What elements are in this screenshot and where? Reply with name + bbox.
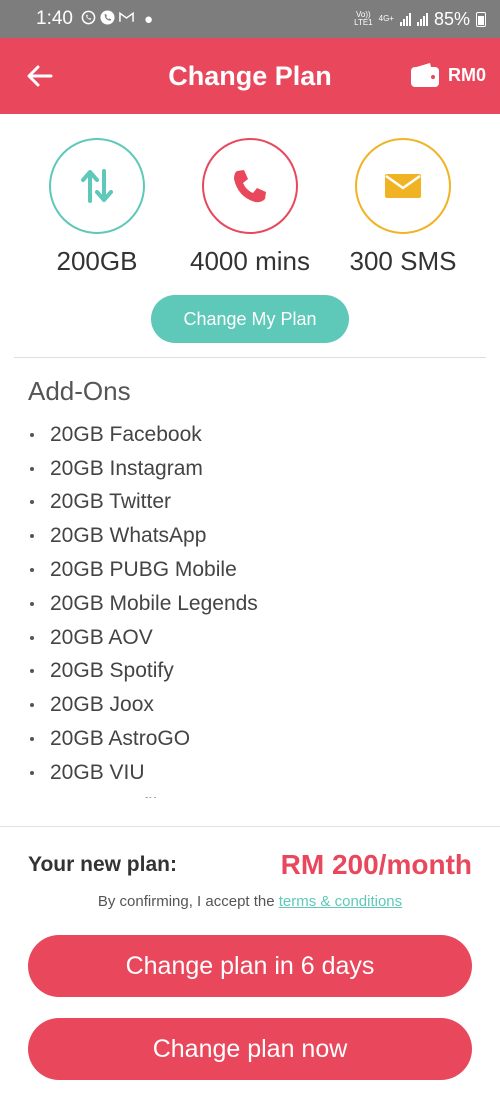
sms-circle (355, 138, 451, 234)
phone-icon (234, 170, 266, 203)
addon-label: 20GB Facebook (50, 422, 202, 446)
addon-label: 20GB Joox (50, 693, 154, 717)
bullet-icon (30, 432, 34, 437)
terms-link[interactable]: terms & conditions (279, 893, 402, 910)
calls-circle (202, 138, 298, 234)
addon-label: 20GB Instagram (50, 456, 203, 480)
bullet-icon (30, 568, 34, 573)
bullet-icon (30, 635, 34, 640)
stat-sms: 300 SMS (318, 138, 488, 277)
dot-icon: ● (143, 10, 154, 28)
status-bar: 1:40 ● Vo)) LTE1 4G+ 85% (0, 0, 500, 38)
addon-label: 20GB PUBG Mobile (50, 558, 237, 582)
stat-calls: 4000 mins (165, 138, 335, 277)
new-plan-price: RM 200/month (280, 849, 472, 880)
change-my-plan-button[interactable]: Change My Plan (151, 295, 349, 343)
sms-allowance: 300 SMS (349, 246, 457, 276)
terms-text: By confirming, I accept the terms & cond… (0, 893, 500, 910)
change-plan-now-button[interactable]: Change plan now (28, 1018, 472, 1080)
phone-call-icon (100, 10, 115, 28)
mail-icon (119, 11, 134, 27)
wallet-balance[interactable]: RM0 (410, 62, 486, 88)
addon-item: 20GB AOV (30, 621, 258, 655)
battery-percent: 85% (433, 8, 470, 29)
wallet-icon (410, 63, 439, 87)
bullet-icon (30, 466, 34, 471)
lte-label: LTE1 (354, 18, 373, 27)
envelope-icon (385, 174, 421, 198)
bullet-icon (30, 737, 34, 742)
bullet-icon (30, 669, 34, 674)
addon-item: 20GB Mobile Legends (30, 587, 258, 621)
calls-allowance: 4000 mins (190, 246, 310, 276)
addon-item: 20GB WhatsApp (30, 519, 258, 553)
addon-item: 20GB Joox (30, 688, 258, 722)
change-plan-later-button[interactable]: Change plan in 6 days (28, 935, 472, 997)
bullet-icon (30, 534, 34, 539)
status-time: 1:40 (36, 8, 73, 29)
addon-item: 20GB Facebook (30, 418, 258, 452)
stat-data: 200GB (12, 138, 182, 277)
status-right: Vo)) LTE1 4G+ 85% (354, 9, 486, 30)
addon-label: 20GB VIU (50, 760, 145, 784)
app-bar: Change Plan RM0 (0, 38, 500, 114)
addon-label: 20GB Netflix (50, 795, 168, 798)
addons-title: Add-Ons (28, 376, 131, 406)
addon-item: 20GB PUBG Mobile (30, 553, 258, 587)
data-arrows-icon (81, 169, 113, 203)
bullet-icon (30, 500, 34, 505)
terms-prefix: By confirming, I accept the (97, 893, 279, 910)
new-plan-label: Your new plan: (28, 853, 177, 876)
addon-label: 20GB Spotify (50, 659, 174, 683)
addon-label: 20GB AstroGO (50, 727, 191, 751)
volte-indicator: Vo)) LTE1 (354, 11, 373, 27)
signal-icon-2 (416, 12, 428, 26)
network-type: 4G+ (378, 14, 394, 23)
addons-section[interactable]: Add-Ons 20GB Facebook 20GB Instagram 20GB … (0, 358, 500, 798)
bullet-icon (30, 770, 34, 775)
bullet-icon (30, 703, 34, 708)
addon-item: 20GB Spotify (30, 655, 258, 689)
data-circle (49, 138, 145, 234)
addon-item: 20GB Instagram (30, 452, 258, 486)
addon-item: 20GB AstroGO (30, 722, 258, 756)
addon-label: 20GB Twitter (50, 490, 171, 514)
plan-stats: 200GB 4000 mins 300 SMS (0, 138, 500, 288)
addon-label: 20GB WhatsApp (50, 524, 207, 548)
battery-icon (476, 11, 486, 27)
addon-item: 20GB Twitter (30, 486, 258, 520)
addon-item: 20GB Netflix (30, 790, 258, 798)
addons-list: 20GB Facebook 20GB Instagram 20GB Twitter 2… (30, 418, 258, 798)
whatsapp-icon (81, 10, 96, 28)
status-notification-icons: ● (81, 10, 153, 28)
signal-icon (399, 12, 411, 26)
data-allowance: 200GB (56, 246, 138, 276)
bullet-icon (30, 601, 34, 606)
addon-label: 20GB AOV (50, 625, 153, 649)
addon-item: 20GB VIU (30, 756, 258, 790)
confirmation-panel: Your new plan: RM 200/month By confirmin… (0, 826, 500, 1111)
addon-label: 20GB Mobile Legends (50, 591, 258, 615)
balance-amount: RM0 (447, 64, 486, 85)
